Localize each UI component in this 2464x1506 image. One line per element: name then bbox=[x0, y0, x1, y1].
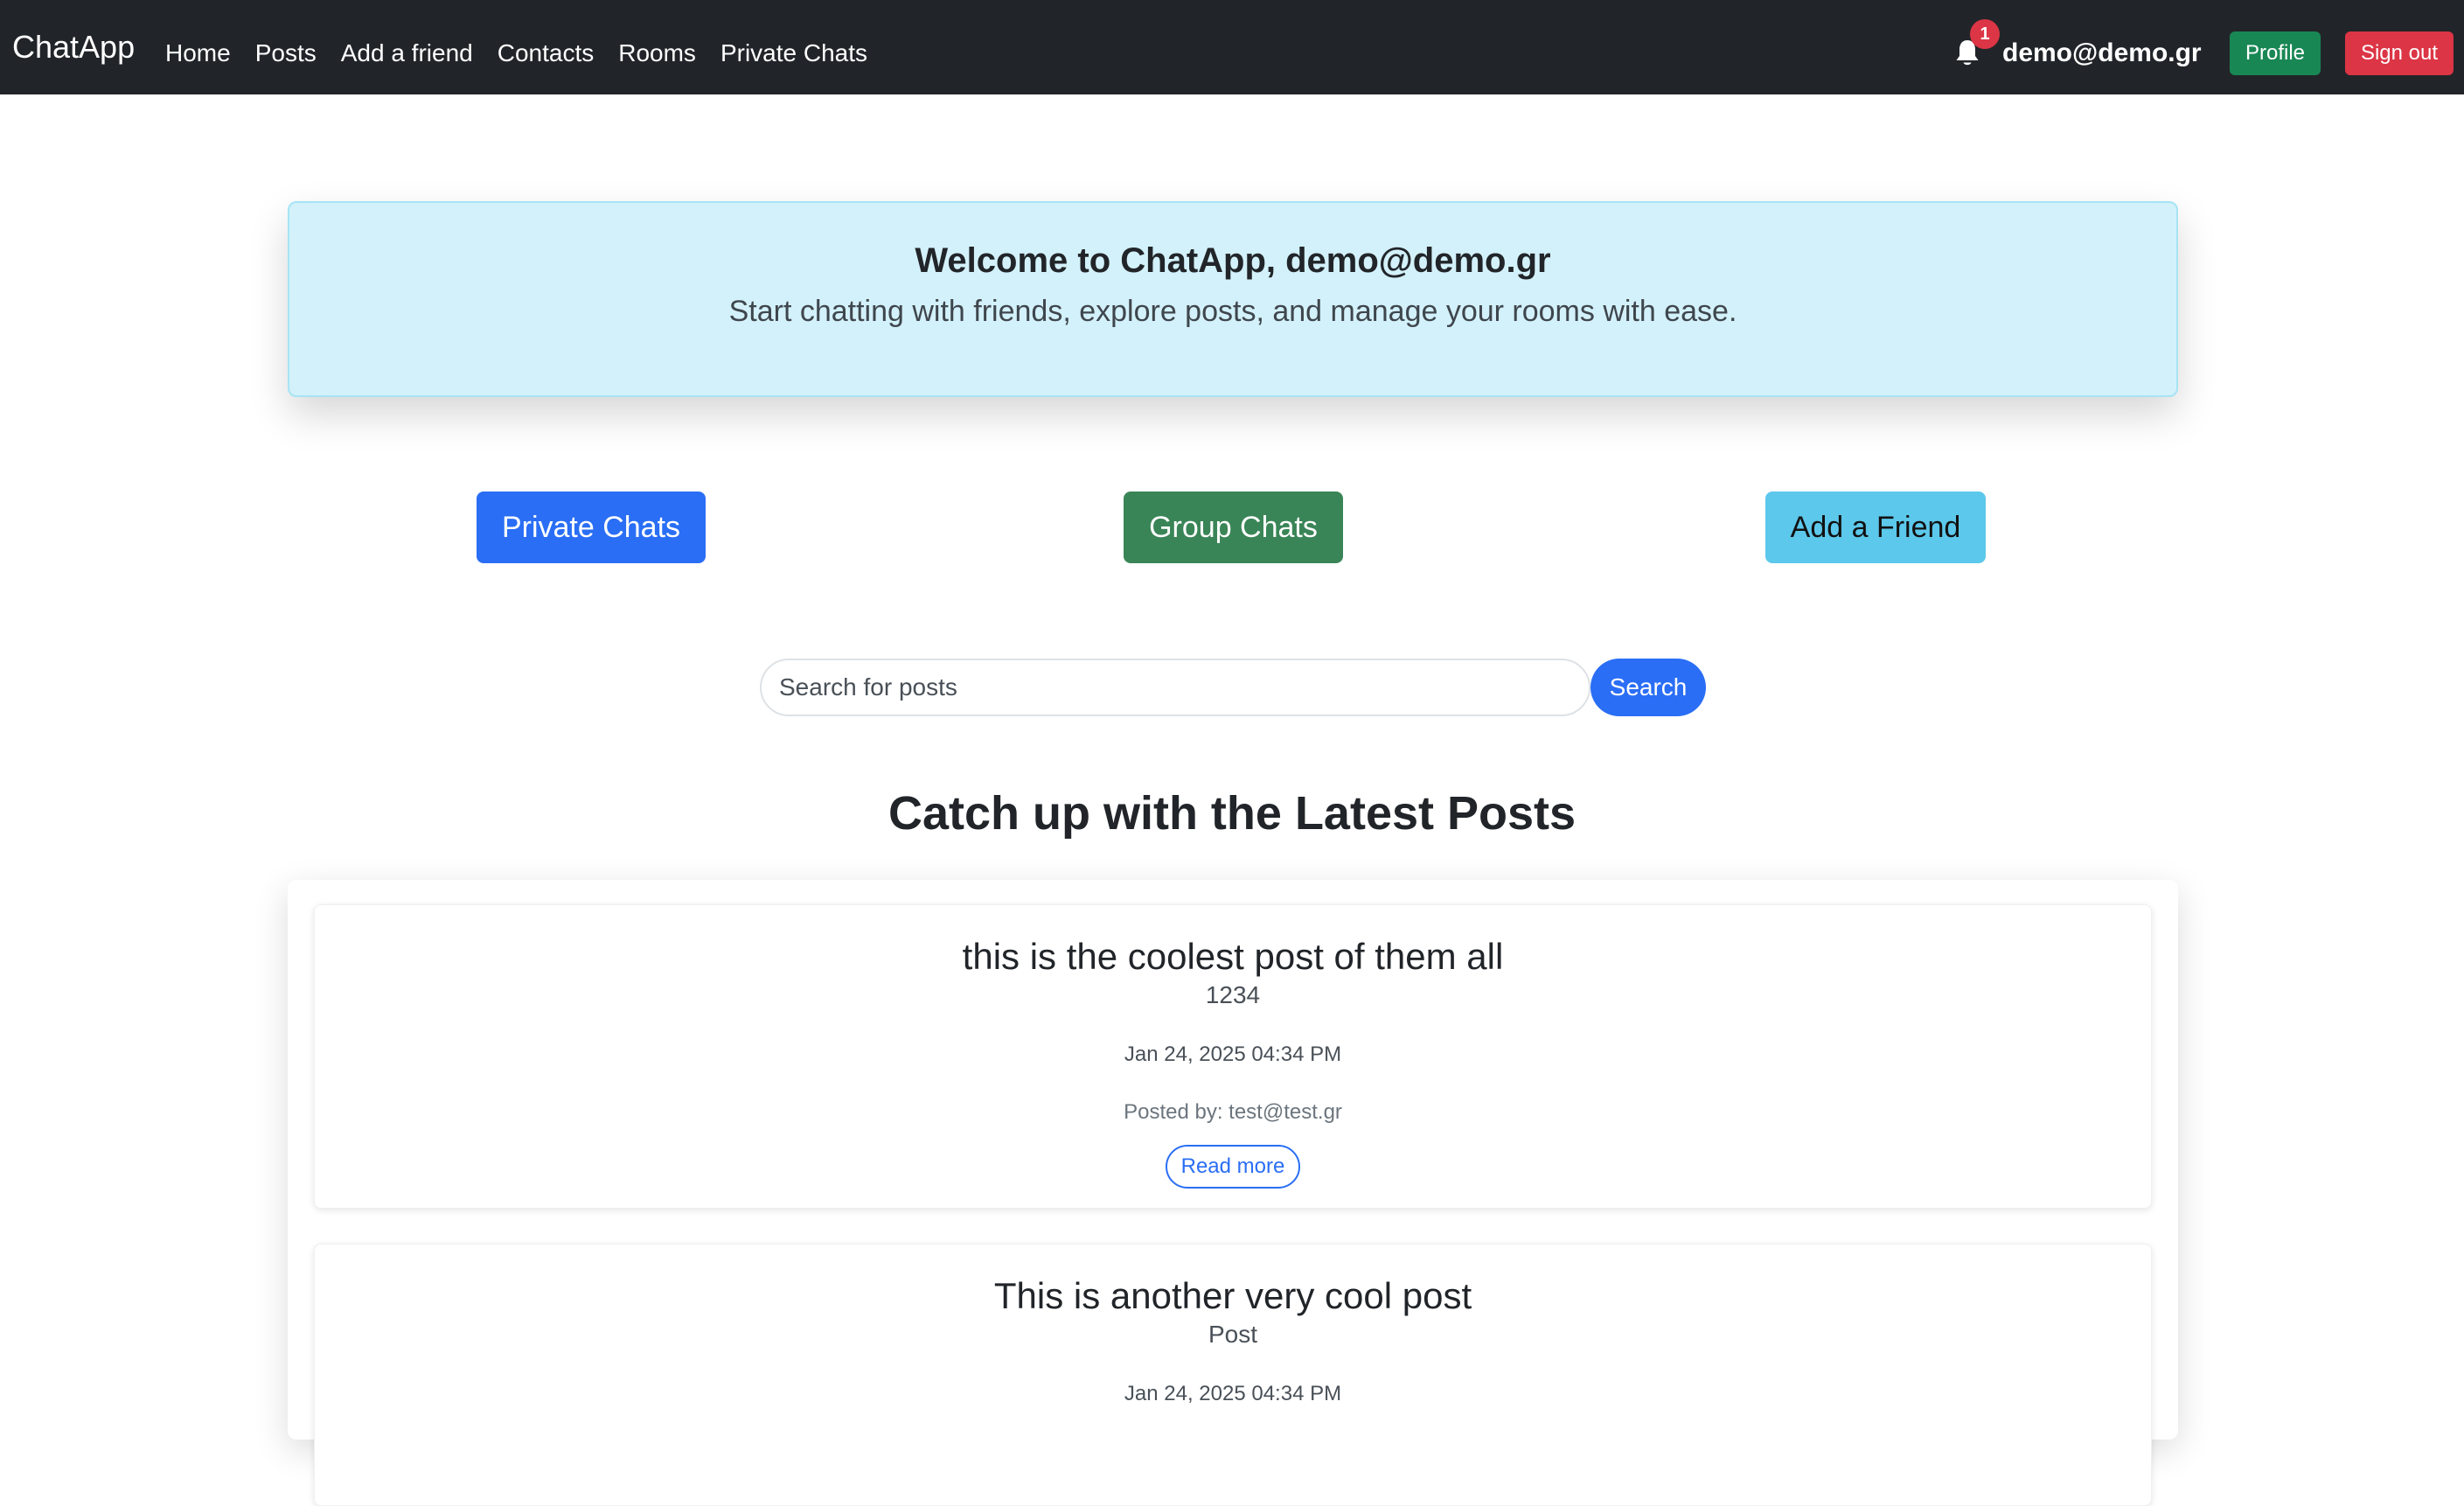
search-input[interactable] bbox=[760, 659, 1590, 716]
sign-out-button[interactable]: Sign out bbox=[2345, 31, 2454, 75]
post-date: Jan 24, 2025 04:34 PM bbox=[1124, 1382, 1342, 1405]
nav-link-add-friend[interactable]: Add a friend bbox=[341, 38, 473, 68]
nav-link-posts[interactable]: Posts bbox=[255, 38, 317, 68]
search-button[interactable]: Search bbox=[1590, 659, 1706, 716]
group-chats-button[interactable]: Group Chats bbox=[1124, 492, 1343, 563]
post-body: Post bbox=[1208, 1321, 1258, 1348]
post-title: This is another very cool post bbox=[993, 1275, 1472, 1316]
nav-link-contacts[interactable]: Contacts bbox=[498, 38, 595, 68]
post-body: 1234 bbox=[1205, 981, 1261, 1008]
profile-button[interactable]: Profile bbox=[2230, 31, 2321, 75]
read-more-button[interactable]: Read more bbox=[1166, 1145, 1300, 1189]
post-author: Posted by: test@test.gr bbox=[1124, 1100, 1342, 1124]
navbar: ChatApp Home Posts Add a friend Contacts… bbox=[0, 0, 2464, 94]
posts-container: this is the coolest post of them all 123… bbox=[288, 880, 2178, 1506]
brand-logo[interactable]: ChatApp bbox=[12, 30, 135, 65]
welcome-subtitle: Start chatting with friends, explore pos… bbox=[728, 295, 1737, 328]
post-date: Jan 24, 2025 04:34 PM bbox=[1124, 1042, 1342, 1066]
welcome-banner: Welcome to ChatApp, demo@demo.gr Start c… bbox=[288, 201, 2178, 397]
nav-link-home[interactable]: Home bbox=[165, 38, 231, 68]
nav-links: Home Posts Add a friend Contacts Rooms P… bbox=[165, 38, 892, 68]
latest-posts-heading: Catch up with the Latest Posts bbox=[887, 787, 1577, 840]
notification-badge: 1 bbox=[1970, 19, 2000, 49]
add-friend-button[interactable]: Add a Friend bbox=[1765, 492, 1986, 563]
post-card: this is the coolest post of them all 123… bbox=[314, 904, 2152, 1209]
nav-link-rooms[interactable]: Rooms bbox=[618, 38, 696, 68]
nav-link-private-chats[interactable]: Private Chats bbox=[720, 38, 867, 68]
user-email: demo@demo.gr bbox=[2002, 38, 2202, 67]
welcome-title: Welcome to ChatApp, demo@demo.gr bbox=[915, 241, 1551, 280]
post-title: this is the coolest post of them all bbox=[962, 936, 1504, 977]
private-chats-button[interactable]: Private Chats bbox=[477, 492, 706, 563]
post-card: This is another very cool post Post Jan … bbox=[314, 1244, 2152, 1506]
